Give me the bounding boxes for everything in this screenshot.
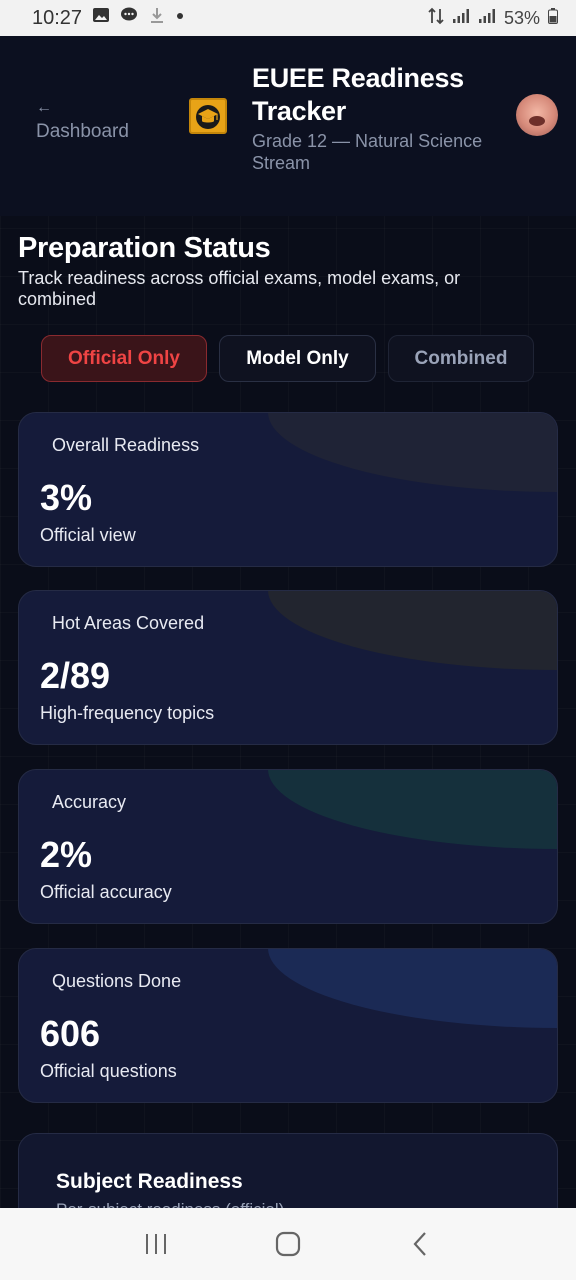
app-header: ← Dashboard EUEE Readiness Tracker Grade… bbox=[0, 36, 576, 216]
card-decoration bbox=[268, 413, 557, 492]
questions-done-card: Questions Done 606 Official questions bbox=[18, 948, 558, 1103]
section-title: Preparation Status bbox=[18, 232, 271, 264]
status-left: 10:27 bbox=[32, 7, 184, 30]
signal-icon bbox=[452, 8, 470, 29]
chat-icon bbox=[120, 7, 138, 29]
dot-icon bbox=[176, 7, 184, 29]
app-subtitle: Grade 12 — Natural Science Stream bbox=[252, 131, 483, 173]
subject-readiness-card: Subject Readiness Per-subject readiness … bbox=[18, 1133, 558, 1208]
home-icon bbox=[275, 1231, 301, 1257]
card-value: 2/89 bbox=[40, 655, 111, 696]
view-filter-tabs: Official Only Model Only Combined bbox=[41, 335, 534, 382]
battery-icon bbox=[548, 7, 558, 29]
card-value: 2% bbox=[40, 834, 93, 875]
card-label: Hot Areas Covered bbox=[52, 613, 205, 633]
card-decoration bbox=[268, 770, 557, 849]
data-icon bbox=[428, 7, 444, 30]
card-label: Questions Done bbox=[52, 971, 182, 991]
gallery-icon bbox=[92, 7, 110, 29]
status-time: 10:27 bbox=[32, 6, 83, 29]
back-chevron-icon bbox=[413, 1232, 426, 1256]
home-button[interactable] bbox=[268, 1224, 308, 1264]
subject-readiness-title: Subject Readiness bbox=[56, 1170, 243, 1193]
back-arrow-icon: ← bbox=[36, 99, 52, 116]
signal-icon bbox=[478, 8, 496, 29]
card-value: 3% bbox=[40, 477, 93, 518]
graduation-cap-logo-icon bbox=[189, 98, 227, 134]
card-description: Official view bbox=[40, 525, 136, 545]
card-description: Official questions bbox=[40, 1061, 177, 1081]
card-description: High-frequency topics bbox=[40, 703, 215, 723]
back-label: Dashboard bbox=[36, 121, 129, 142]
tab-model-only[interactable]: Model Only bbox=[219, 335, 376, 382]
status-right: 53% bbox=[428, 7, 558, 30]
card-description: Official accuracy bbox=[40, 882, 172, 902]
tab-official-only[interactable]: Official Only bbox=[41, 335, 207, 382]
avatar[interactable] bbox=[516, 94, 558, 136]
card-label: Overall Readiness bbox=[52, 435, 200, 455]
back-button[interactable] bbox=[400, 1224, 440, 1264]
system-nav-bar bbox=[0, 1208, 576, 1280]
card-decoration bbox=[268, 591, 557, 670]
app-screen: ← Dashboard EUEE Readiness Tracker Grade… bbox=[0, 36, 576, 1208]
status-bar: 10:27 53% bbox=[0, 0, 576, 36]
card-value: 606 bbox=[40, 1013, 101, 1054]
battery-text: 53% bbox=[503, 7, 540, 28]
accuracy-card: Accuracy 2% Official accuracy bbox=[18, 769, 558, 924]
overall-readiness-card: Overall Readiness 3% Official view bbox=[18, 412, 558, 567]
avatar-face-detail bbox=[529, 116, 545, 126]
subject-readiness-subtitle: Per-subject readiness (official) bbox=[56, 1200, 284, 1208]
card-label: Accuracy bbox=[52, 792, 127, 812]
tab-combined[interactable]: Combined bbox=[388, 335, 534, 382]
section-subtitle: Track readiness across official exams, m… bbox=[18, 268, 461, 309]
recent-apps-icon bbox=[146, 1234, 166, 1254]
title-block: EUEE Readiness Tracker Grade 12 — Natura… bbox=[252, 62, 502, 174]
hot-areas-card: Hot Areas Covered 2/89 High-frequency to… bbox=[18, 590, 558, 745]
card-decoration bbox=[268, 949, 557, 1028]
download-icon bbox=[148, 7, 166, 29]
recent-apps-button[interactable] bbox=[136, 1224, 176, 1264]
app-title: EUEE Readiness Tracker bbox=[252, 63, 464, 126]
back-to-dashboard-link[interactable]: ← Dashboard bbox=[36, 96, 129, 144]
